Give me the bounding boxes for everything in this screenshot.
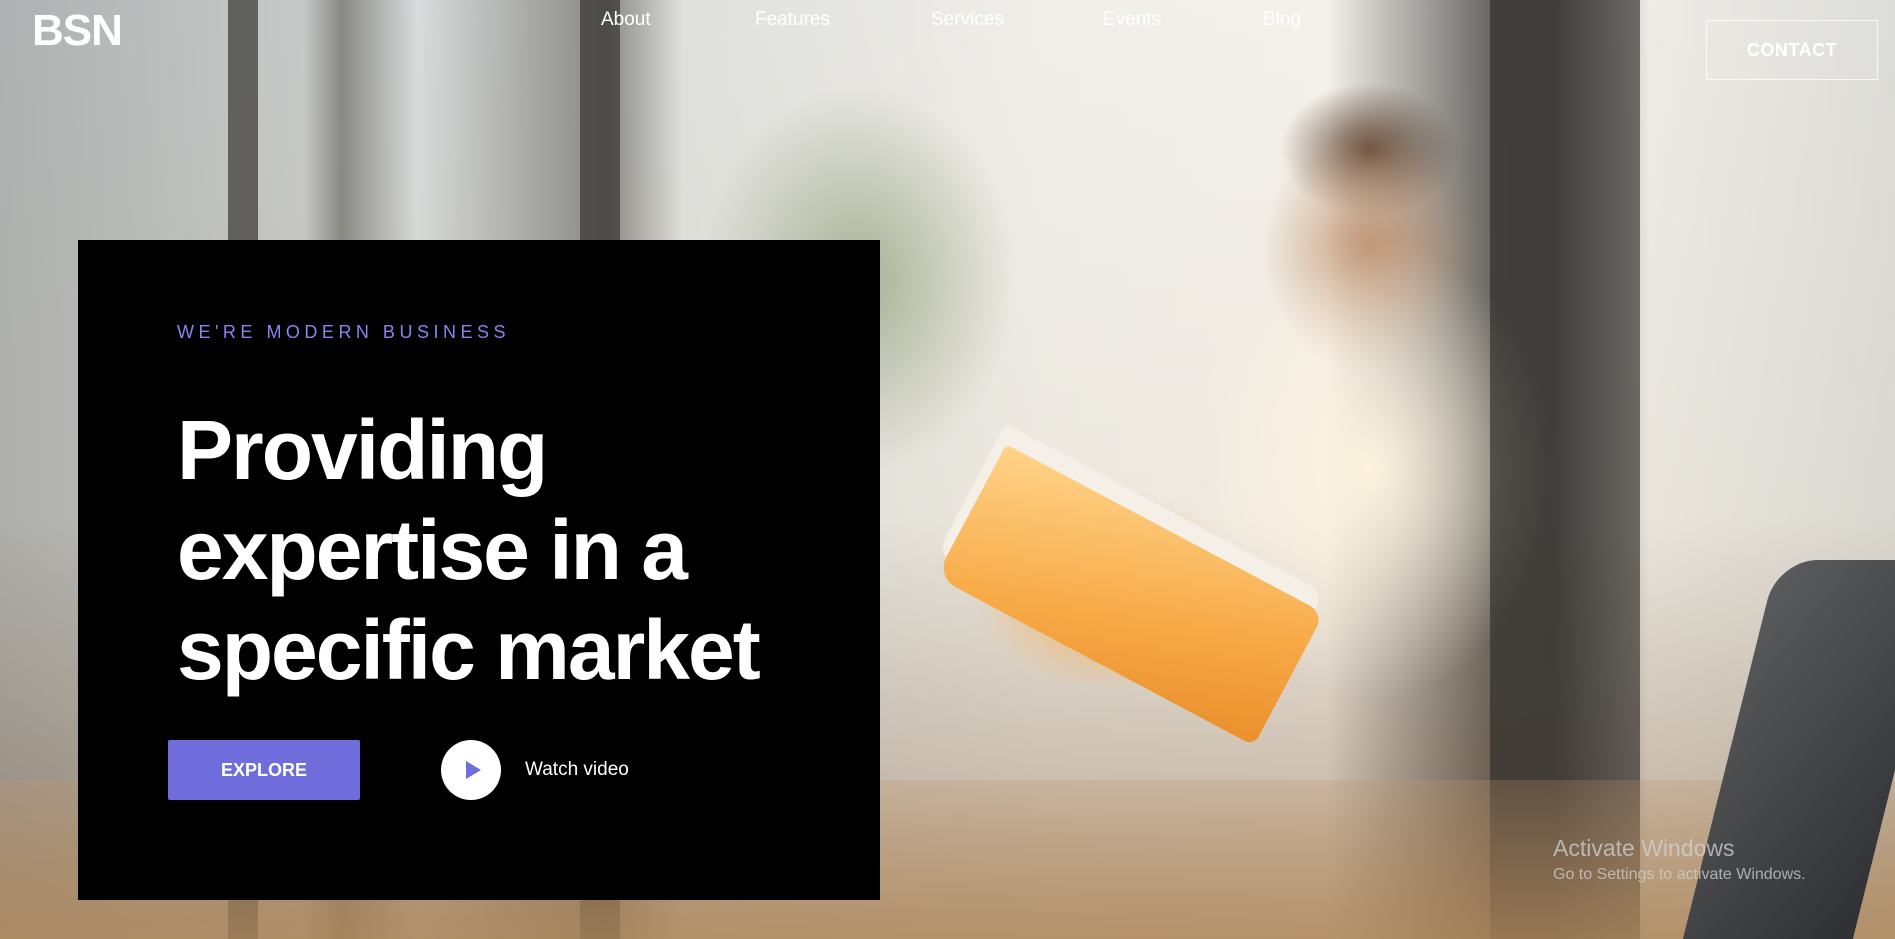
contact-button[interactable]: CONTACT bbox=[1706, 20, 1878, 80]
headline-line: expertise in a bbox=[177, 503, 688, 597]
watermark-title: Activate Windows bbox=[1553, 835, 1735, 861]
brand-logo[interactable]: BSN bbox=[32, 6, 123, 56]
play-triangle-icon bbox=[466, 761, 481, 779]
background-book bbox=[935, 444, 1325, 746]
nav-item-services[interactable]: Services bbox=[931, 9, 1004, 31]
headline-line: Providing bbox=[177, 403, 548, 497]
headline-line: specific market bbox=[177, 603, 761, 697]
activate-windows-watermark: Activate Windows Go to Settings to activ… bbox=[1553, 835, 1806, 884]
nav-item-about[interactable]: About bbox=[601, 9, 651, 31]
watch-video-label[interactable]: Watch video bbox=[525, 759, 629, 781]
nav-item-blog[interactable]: Blog bbox=[1263, 9, 1301, 31]
hero-eyebrow: WE'RE MODERN BUSINESS bbox=[177, 322, 510, 342]
nav-item-events[interactable]: Events bbox=[1103, 9, 1161, 31]
explore-button[interactable]: EXPLORE bbox=[168, 740, 360, 800]
hero-headline: Providing expertise in a specific market bbox=[177, 400, 817, 700]
nav-item-features[interactable]: Features bbox=[755, 9, 830, 31]
watch-video-button[interactable]: Watch video bbox=[441, 740, 629, 800]
hero-background: BSN About Features Services Events Blog … bbox=[0, 0, 1895, 939]
play-button[interactable] bbox=[441, 740, 501, 800]
watermark-subtitle: Go to Settings to activate Windows. bbox=[1553, 866, 1806, 883]
hero-panel: WE'RE MODERN BUSINESS Providing expertis… bbox=[78, 240, 880, 900]
